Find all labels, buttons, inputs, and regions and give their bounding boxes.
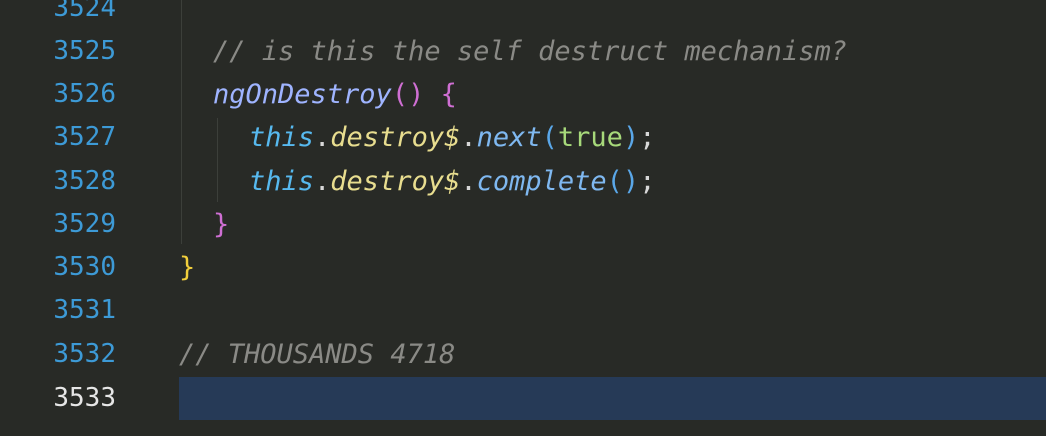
paren-token: ) xyxy=(622,166,640,197)
code-line: 3527 this.destroy$.next(true); xyxy=(0,116,1046,159)
code-line: 3530 } xyxy=(0,246,1046,289)
code-editor[interactable]: 3524 3525 // is this the self destruct m… xyxy=(0,0,1046,436)
this-keyword-token: this xyxy=(249,166,315,197)
line-number: 3529 xyxy=(53,209,116,239)
line-number: 3530 xyxy=(53,252,116,282)
line-number: 3526 xyxy=(53,79,116,109)
comment-token: // is this the self destruct mechanism? xyxy=(213,36,847,67)
code-line: 3526 ngOnDestroy() { xyxy=(0,73,1046,116)
code-line: 3524 xyxy=(0,0,1046,30)
dot-token: . xyxy=(314,166,331,197)
semicolon-token: ; xyxy=(639,122,656,153)
line-number: 3527 xyxy=(53,122,116,152)
code-text[interactable]: ngOnDestroy() { xyxy=(179,73,457,116)
line-number: 3532 xyxy=(53,339,116,369)
line-number: 3524 xyxy=(53,0,116,23)
dot-token: . xyxy=(460,122,477,153)
code-text[interactable]: } xyxy=(179,203,229,246)
comment-token: // THOUSANDS 4718 xyxy=(179,339,456,370)
brace-token: } xyxy=(179,252,196,283)
code-text[interactable]: // is this the self destruct mechanism? xyxy=(179,30,847,73)
code-text[interactable]: // THOUSANDS 4718 xyxy=(179,333,455,376)
property-token: destroy$ xyxy=(330,166,461,197)
brace-token: } xyxy=(213,209,230,240)
line-number: 3525 xyxy=(53,36,116,66)
code-text[interactable]: } xyxy=(179,246,195,289)
this-keyword-token: this xyxy=(249,122,315,153)
code-line: 3531 xyxy=(0,289,1046,332)
current-code-line: 3533 xyxy=(0,377,1046,420)
property-token: destroy$ xyxy=(330,122,461,153)
line-number: 3531 xyxy=(53,295,116,325)
code-line: 3532 // THOUSANDS 4718 xyxy=(0,333,1046,376)
paren-token: ( xyxy=(606,166,623,197)
semicolon-token: ; xyxy=(639,166,656,197)
paren-token: ) xyxy=(622,122,640,153)
dot-token: . xyxy=(460,166,477,197)
function-name-token: ngOnDestroy xyxy=(213,79,392,110)
code-text[interactable]: this.destroy$.next(true); xyxy=(179,116,655,159)
line-number-active: 3533 xyxy=(53,383,116,413)
paren-token: ( xyxy=(541,122,558,153)
brace-token: { xyxy=(440,79,457,110)
code-line: 3525 // is this the self destruct mechan… xyxy=(0,30,1046,73)
code-text[interactable]: this.destroy$.complete(); xyxy=(179,160,655,203)
code-line: 3528 this.destroy$.complete(); xyxy=(0,160,1046,203)
dot-token: . xyxy=(314,122,331,153)
method-token: complete xyxy=(476,166,607,197)
code-line: 3529 } xyxy=(0,203,1046,246)
line-number: 3528 xyxy=(53,166,116,196)
method-token: next xyxy=(476,122,542,153)
paren-token: () xyxy=(391,79,425,110)
current-line-highlight[interactable] xyxy=(179,377,1046,420)
boolean-token: true xyxy=(557,122,623,153)
